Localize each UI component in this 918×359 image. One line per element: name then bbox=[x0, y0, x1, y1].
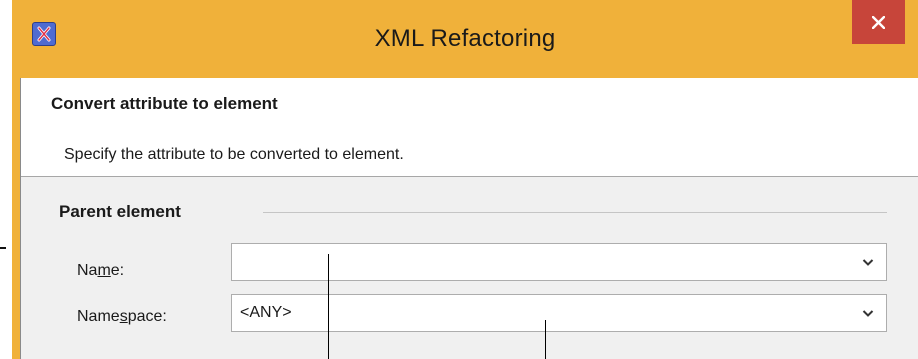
callout-marker bbox=[0, 247, 6, 249]
namespace-value: <ANY> bbox=[240, 304, 292, 321]
name-label-start: Na bbox=[77, 262, 98, 279]
namespace-label-mnemonic: s bbox=[119, 308, 128, 325]
chevron-down-icon[interactable] bbox=[862, 309, 874, 318]
name-label-mnemonic: m bbox=[97, 262, 111, 279]
group-separator bbox=[263, 212, 887, 213]
callout-line-name bbox=[328, 254, 329, 359]
window-title: XML Refactoring bbox=[374, 25, 556, 52]
name-label: Name: bbox=[77, 262, 124, 280]
banner-title: Convert attribute to element bbox=[51, 94, 278, 113]
namespace-label-start: Name bbox=[77, 308, 120, 325]
chevron-down-icon[interactable] bbox=[862, 258, 874, 267]
close-button[interactable] bbox=[852, 0, 905, 44]
callout-line-namespace bbox=[545, 320, 546, 359]
close-icon bbox=[872, 16, 885, 29]
banner-description: Specify the attribute to be converted to… bbox=[64, 146, 404, 163]
parent-element-group-label: Parent element bbox=[59, 202, 181, 221]
title-bar[interactable]: XML Refactoring bbox=[12, 0, 918, 78]
namespace-combobox[interactable]: <ANY> bbox=[231, 294, 887, 332]
namespace-label-end: pace: bbox=[127, 308, 167, 325]
xml-refactoring-dialog: XML Refactoring Convert attribute to ele… bbox=[12, 0, 918, 359]
dialog-content: Convert attribute to element Specify the… bbox=[20, 78, 918, 359]
name-label-end: e: bbox=[110, 262, 125, 279]
dialog-banner: Convert attribute to element Specify the… bbox=[21, 78, 918, 177]
namespace-label: Namespace: bbox=[77, 308, 167, 326]
name-combobox[interactable] bbox=[231, 243, 887, 281]
